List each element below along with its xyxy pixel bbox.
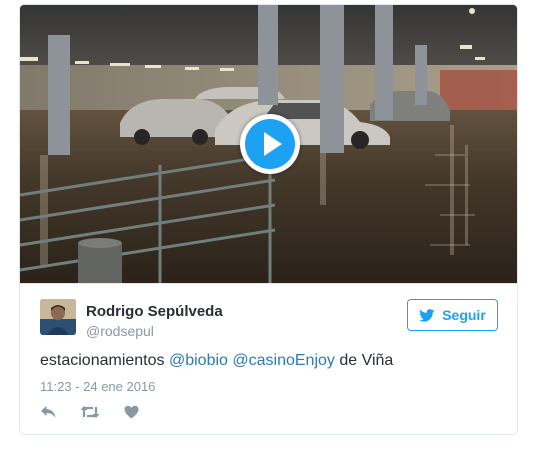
follow-button[interactable]: Seguir bbox=[407, 299, 498, 331]
tweet-text-prefix: estacionamientos bbox=[40, 352, 169, 369]
twitter-bird-icon bbox=[419, 308, 435, 322]
play-icon bbox=[264, 132, 282, 156]
tweet-card: Rodrigo Sepúlveda @rodsepul Seguir estac… bbox=[19, 4, 518, 435]
author-handle[interactable]: @rodsepul bbox=[86, 323, 154, 339]
reply-icon[interactable] bbox=[40, 405, 57, 424]
mention-biobio[interactable]: @biobio bbox=[169, 352, 228, 369]
video-thumbnail[interactable] bbox=[20, 5, 517, 283]
media-divider bbox=[20, 283, 517, 284]
retweet-icon[interactable] bbox=[80, 405, 100, 424]
follow-button-label: Seguir bbox=[442, 307, 486, 323]
tweet-timestamp[interactable]: 11:23 - 24 ene 2016 bbox=[40, 379, 155, 394]
avatar-image bbox=[40, 299, 76, 335]
play-button[interactable] bbox=[240, 114, 300, 174]
author-name[interactable]: Rodrigo Sepúlveda bbox=[86, 303, 223, 320]
tweet-text: estacionamientos @biobio @casinoEnjoy de… bbox=[40, 352, 393, 370]
like-icon[interactable] bbox=[124, 405, 139, 424]
tweet-text-suffix: de Viña bbox=[334, 352, 394, 369]
mention-casinoenjoy[interactable]: @casinoEnjoy bbox=[232, 352, 335, 369]
avatar[interactable] bbox=[40, 299, 76, 335]
